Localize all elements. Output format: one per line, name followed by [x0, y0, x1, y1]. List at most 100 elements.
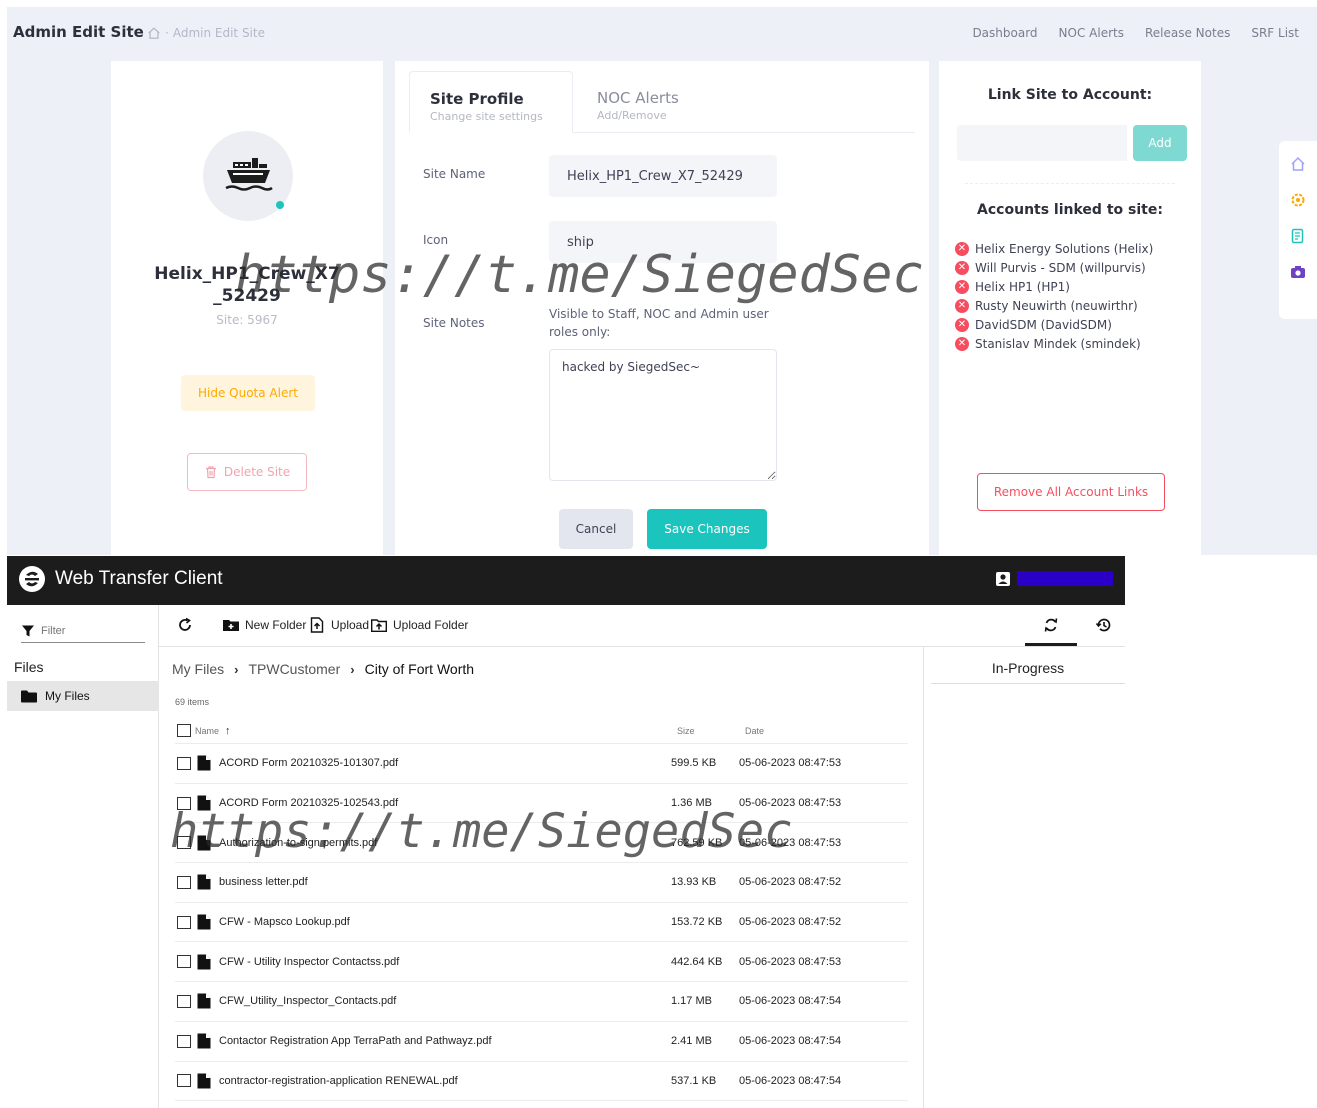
file-size: 1.36 MB	[671, 797, 712, 810]
remove-icon[interactable]: ✕	[955, 279, 969, 294]
file-name[interactable]: ACORD Form 20210325-101307.pdf	[219, 757, 671, 769]
nav-srf-list[interactable]: SRF List	[1251, 26, 1299, 40]
row-checkbox[interactable]	[177, 1034, 191, 1048]
upload-button[interactable]: Upload	[309, 617, 369, 633]
table-row[interactable]: ACORD Form 20210325-101307.pdf 599.5 KB 05…	[175, 744, 908, 784]
table-row[interactable]: Authorization-to-sign permits.pdf 762.59 …	[175, 823, 908, 864]
file-name[interactable]: Authorization-to-sign permits.pdf	[219, 837, 671, 849]
table-row[interactable]: Contactor Registration App TerraPath and…	[175, 1022, 908, 1062]
delete-site-button[interactable]: Delete Site	[187, 453, 307, 491]
upload-folder-button[interactable]: Upload Folder	[371, 617, 468, 633]
table-row[interactable]: CFW_Utility_Inspector_Contacts.pdf 1.17 M…	[175, 982, 908, 1022]
remove-all-account-links-button[interactable]: Remove All Account Links	[977, 473, 1165, 511]
breadcrumb-item[interactable]: My Files	[172, 661, 224, 677]
trash-icon	[205, 466, 216, 479]
sync-icon[interactable]	[1041, 615, 1061, 635]
file-date: 05-06-2023 08:47:54	[739, 1035, 842, 1048]
file-date: 05-06-2023 08:47:53	[739, 836, 842, 849]
refresh-icon	[179, 617, 191, 631]
table-row[interactable]: contractor-registration-application RENE…	[175, 1062, 908, 1102]
notes-icon[interactable]	[1289, 227, 1307, 245]
site-name-input[interactable]	[549, 155, 777, 197]
file-name[interactable]: CFW - Utility Inspector Contactss.pdf	[219, 956, 671, 968]
table-row[interactable]: ACORD Form 20210325-102543.pdf 1.36 MB 05-…	[175, 784, 908, 824]
remove-icon[interactable]: ✕	[955, 336, 969, 351]
row-checkbox[interactable]	[177, 1074, 191, 1088]
filter-icon	[22, 625, 34, 636]
sort-by-name[interactable]: Name ↑	[195, 725, 677, 737]
user-icon[interactable]	[995, 571, 1011, 587]
document-icon	[197, 954, 211, 970]
filter-field[interactable]	[21, 619, 145, 643]
file-date: 05-06-2023 08:47:52	[739, 916, 842, 929]
history-icon[interactable]	[1094, 615, 1114, 635]
save-changes-button[interactable]: Save Changes	[647, 509, 767, 549]
nav-release-notes[interactable]: Release Notes	[1145, 26, 1230, 40]
new-folder-icon	[223, 620, 239, 631]
site-name-label: Site Name	[423, 167, 486, 181]
refresh-button[interactable]	[177, 617, 193, 633]
profile-tabs: Site Profile Change site settings NOC Al…	[409, 71, 915, 133]
remove-icon[interactable]: ✕	[955, 260, 969, 275]
filter-input[interactable]	[41, 624, 137, 637]
breadcrumb-item[interactable]: TPWCustomer	[248, 661, 340, 677]
date-column-header[interactable]: Date	[745, 726, 895, 736]
gear-icon[interactable]	[1289, 191, 1307, 209]
nav-dashboard[interactable]: Dashboard	[972, 26, 1037, 40]
file-date: 05-06-2023 08:47:54	[739, 995, 842, 1008]
file-name[interactable]: contractor-registration-application RENE…	[219, 1075, 671, 1087]
table-row[interactable]: business letter.pdf 13.93 KB 05-06-2023 08…	[175, 863, 908, 903]
file-name[interactable]: CFW - Mapsco Lookup.pdf	[219, 916, 671, 928]
table-row[interactable]: CFW - Utility Inspector Contactss.pdf 442…	[175, 942, 908, 983]
tab-noc-alerts[interactable]: NOC Alerts Add/Remove	[577, 71, 757, 133]
add-account-button[interactable]: Add	[1133, 125, 1187, 161]
remove-icon[interactable]: ✕	[955, 317, 969, 332]
hide-quota-alert-button[interactable]: Hide Quota Alert	[181, 375, 315, 411]
file-name[interactable]: ACORD Form 20210325-102543.pdf	[219, 797, 671, 809]
web-transfer-client: Web Transfer Client Files My Files New F…	[7, 556, 1125, 1108]
link-account-card: Link Site to Account: Add Accounts linke…	[939, 61, 1201, 555]
link-account-input[interactable]	[957, 125, 1127, 161]
file-name[interactable]: CFW_Utility_Inspector_Contacts.pdf	[219, 995, 671, 1007]
remove-icon[interactable]: ✕	[955, 241, 969, 256]
file-size: 599.5 KB	[671, 757, 717, 770]
top-nav: Dashboard NOC Alerts Release Notes SRF L…	[972, 26, 1299, 40]
row-checkbox[interactable]	[177, 836, 191, 850]
file-sidebar: Files My Files	[7, 605, 159, 1108]
row-checkbox[interactable]	[177, 955, 191, 969]
row-checkbox[interactable]	[177, 994, 191, 1008]
site-profile-card: Site Profile Change site settings NOC Al…	[395, 61, 929, 555]
size-column-header[interactable]: Size	[677, 726, 745, 736]
nav-noc-alerts[interactable]: NOC Alerts	[1059, 26, 1124, 40]
row-checkbox[interactable]	[177, 915, 191, 929]
file-table: Name ↑ Size Date ACORD Form 20210325-101…	[175, 718, 908, 1102]
item-count: 69 items	[175, 697, 210, 707]
site-notes-textarea[interactable]: hacked by SiegedSec~	[549, 349, 777, 481]
icon-input[interactable]	[549, 221, 777, 263]
file-date: 05-06-2023 08:47:53	[739, 797, 842, 810]
remove-icon[interactable]: ✕	[955, 298, 969, 313]
table-row[interactable]: CFW - Mapsco Lookup.pdf 153.72 KB 05-06-20…	[175, 903, 908, 943]
file-name[interactable]: business letter.pdf	[219, 876, 671, 888]
breadcrumb: My Files › TPWCustomer › City of Fort Wo…	[172, 661, 474, 677]
active-tab-indicator	[1025, 643, 1077, 646]
row-checkbox[interactable]	[177, 796, 191, 810]
row-checkbox[interactable]	[177, 756, 191, 770]
link-site-title: Link Site to Account:	[987, 87, 1153, 103]
app-header: Web Transfer Client	[7, 556, 1125, 605]
cancel-button[interactable]: Cancel	[559, 509, 633, 549]
file-date: 05-06-2023 08:47:54	[739, 1074, 842, 1087]
sidebar-item-my-files[interactable]: My Files	[7, 681, 159, 711]
home-icon[interactable]	[1289, 155, 1307, 173]
redacted-username[interactable]	[1017, 571, 1113, 586]
tab-in-progress[interactable]: In-Progress	[931, 660, 1125, 684]
table-header: Name ↑ Size Date	[175, 718, 908, 744]
new-folder-button[interactable]: New Folder	[223, 617, 306, 633]
tab-site-profile[interactable]: Site Profile Change site settings	[409, 71, 573, 133]
home-icon[interactable]	[147, 26, 161, 40]
select-all-checkbox[interactable]	[177, 724, 191, 737]
camera-icon[interactable]	[1289, 263, 1307, 281]
row-checkbox[interactable]	[177, 875, 191, 889]
file-name[interactable]: Contactor Registration App TerraPath and…	[219, 1035, 671, 1047]
ship-icon	[225, 158, 273, 191]
